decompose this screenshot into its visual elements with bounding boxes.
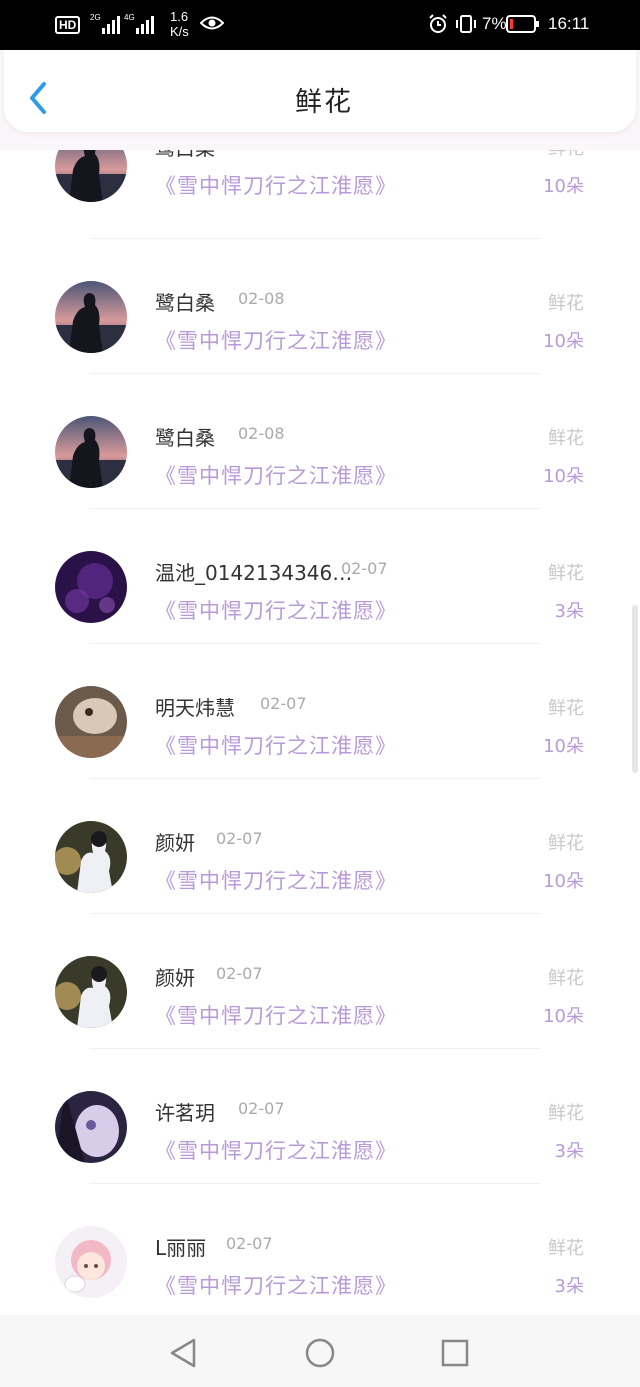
avatar: [55, 821, 127, 893]
send-date: 02-07: [216, 964, 263, 983]
gift-count: 10朵: [543, 466, 584, 487]
book-title-link[interactable]: 《雪中悍刀行之江淮愿》: [155, 325, 397, 355]
book-title-link[interactable]: 《雪中悍刀行之江淮愿》: [155, 595, 397, 625]
avatar: [55, 150, 127, 202]
send-date: 02-07: [226, 1234, 273, 1253]
gift-label: 鲜花: [548, 1238, 584, 1259]
send-date: 02-07: [260, 694, 307, 713]
sender-name: L丽丽: [155, 1236, 207, 1260]
gift-label: 鲜花: [548, 293, 584, 314]
sender-name: 颜妍: [155, 966, 195, 990]
book-title-link[interactable]: 《雪中悍刀行之江淮愿》: [155, 170, 397, 200]
send-date: 02-07: [238, 1099, 285, 1118]
sender-name: 鹭白桑: [155, 426, 215, 450]
sender-name: 颜妍: [155, 831, 195, 855]
gift-label: 鲜花: [548, 968, 584, 989]
row-divider: [90, 1048, 540, 1049]
speed-value: 1.6: [170, 9, 189, 24]
vibrate-icon: [456, 15, 476, 33]
signal-2g-icon: 2G: [90, 13, 120, 34]
list-item[interactable]: 颜妍 02-07 《雪中悍刀行之江淮愿》 鲜花 10朵: [0, 940, 640, 1075]
triangle-back-icon[interactable]: [166, 1335, 202, 1371]
book-title-link[interactable]: 《雪中悍刀行之江淮愿》: [155, 1135, 397, 1165]
avatar: [55, 1226, 127, 1298]
row-divider: [90, 1183, 540, 1184]
gift-count: 3朵: [554, 601, 584, 622]
book-title-link[interactable]: 《雪中悍刀行之江淮愿》: [155, 865, 397, 895]
book-title-link[interactable]: 《雪中悍刀行之江淮愿》: [155, 460, 397, 490]
gift-count: 10朵: [543, 176, 584, 197]
list-item[interactable]: 鹭白桑 02-08 《雪中悍刀行之江淮愿》 鲜花 10朵: [0, 265, 640, 400]
gift-label: 鲜花: [548, 428, 584, 449]
avatar: [55, 281, 127, 353]
gift-label: 鲜花: [548, 563, 584, 584]
list-item[interactable]: 颜妍 02-07 《雪中悍刀行之江淮愿》 鲜花 10朵: [0, 805, 640, 940]
send-date: 02-07: [216, 829, 263, 848]
page-title: 鲜花: [295, 87, 353, 118]
battery-low-icon: [506, 15, 539, 33]
svg-text:2G: 2G: [90, 13, 101, 22]
send-date: 02-08: [238, 150, 285, 153]
send-date: 02-08: [238, 424, 285, 443]
battery-percent: 7%: [482, 14, 507, 33]
gift-label: 鲜花: [548, 698, 584, 719]
send-date: 02-07: [341, 559, 388, 578]
row-divider: [90, 508, 540, 509]
row-divider: [90, 913, 540, 914]
avatar: [55, 1091, 127, 1163]
hd-badge: HD: [55, 16, 81, 34]
book-title-link[interactable]: 《雪中悍刀行之江淮愿》: [155, 1000, 397, 1030]
gift-count: 10朵: [543, 871, 584, 892]
sender-name: 许茗玥: [155, 1101, 215, 1125]
list-item[interactable]: 明天炜慧 02-07 《雪中悍刀行之江淮愿》 鲜花 10朵: [0, 670, 640, 805]
row-divider: [90, 373, 540, 374]
network-speed: 1.6 K/s: [170, 9, 200, 39]
sender-name: 鹭白桑: [155, 150, 215, 161]
svg-text:4G: 4G: [124, 13, 135, 22]
sender-name: 温池_0142134346…: [155, 561, 353, 585]
list-item[interactable]: 许茗玥 02-07 《雪中悍刀行之江淮愿》 鲜花 3朵: [0, 1075, 640, 1210]
sender-name: 鹭白桑: [155, 291, 215, 315]
system-nav-bar: [0, 1315, 640, 1387]
gift-label: 鲜花: [548, 1103, 584, 1124]
gift-label: 鲜花: [548, 150, 584, 160]
sender-name: 明天炜慧: [155, 696, 235, 720]
row-divider: [90, 643, 540, 644]
gift-label: 鲜花: [548, 833, 584, 854]
signal-4g-icon: 4G: [124, 13, 154, 34]
send-date: 02-08: [238, 289, 285, 308]
list-item[interactable]: L丽丽 02-07 《雪中悍刀行之江淮愿》 鲜花 3朵: [0, 1210, 640, 1315]
avatar: [55, 956, 127, 1028]
speed-unit: K/s: [170, 24, 189, 39]
gift-count: 3朵: [554, 1141, 584, 1162]
book-title-link[interactable]: 《雪中悍刀行之江淮愿》: [155, 1270, 397, 1300]
avatar: [55, 686, 127, 758]
row-divider: [90, 778, 540, 779]
gift-record-list: 鹭白桑 02-08 《雪中悍刀行之江淮愿》 鲜花 10朵 鹭白桑 02-08 《…: [0, 150, 640, 1315]
gift-count: 3朵: [554, 1276, 584, 1297]
list-item[interactable]: 鹭白桑 02-08 《雪中悍刀行之江淮愿》 鲜花 10朵: [0, 150, 640, 265]
scrollbar[interactable]: [632, 605, 638, 773]
book-title-link[interactable]: 《雪中悍刀行之江淮愿》: [155, 730, 397, 760]
alarm-icon: [429, 14, 447, 33]
list-item[interactable]: 温池_0142134346… 02-07 《雪中悍刀行之江淮愿》 鲜花 3朵: [0, 535, 640, 670]
avatar: [55, 416, 127, 488]
list-item[interactable]: 鹭白桑 02-08 《雪中悍刀行之江淮愿》 鲜花 10朵: [0, 400, 640, 535]
gift-count: 10朵: [543, 1006, 584, 1027]
app-header: 鲜花: [4, 50, 636, 132]
square-recent-icon[interactable]: [437, 1335, 473, 1371]
avatar: [55, 551, 127, 623]
gift-count: 10朵: [543, 736, 584, 757]
circle-home-icon[interactable]: [302, 1335, 338, 1371]
clock-time: 16:11: [548, 14, 590, 33]
eye-icon: [200, 16, 224, 30]
status-bar: HD 2G 4G 1.6 K/s 7% 16:11: [0, 0, 640, 50]
row-divider: [90, 238, 540, 239]
gift-count: 10朵: [543, 331, 584, 352]
